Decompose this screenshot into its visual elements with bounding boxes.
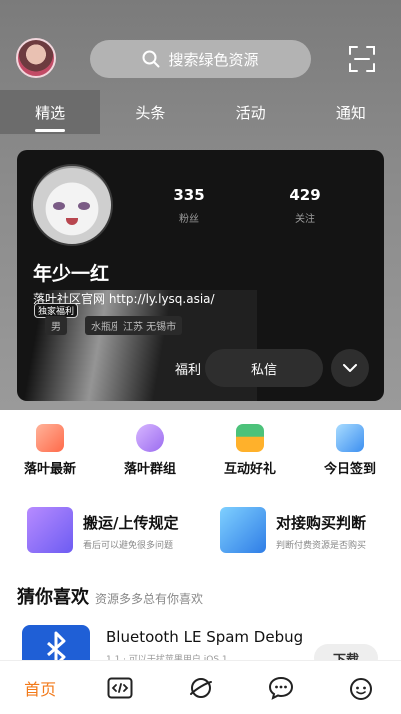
quick-gifts[interactable]: 互动好礼 bbox=[200, 424, 300, 477]
nav-profile[interactable] bbox=[321, 661, 401, 714]
top-tabs: 精选 头条 活动 通知 bbox=[0, 90, 401, 134]
chat-icon bbox=[268, 676, 293, 700]
chevron-down-icon bbox=[343, 363, 357, 372]
nav-home[interactable]: 首页 bbox=[0, 661, 80, 714]
face-icon bbox=[349, 677, 372, 700]
nav-messages[interactable] bbox=[241, 661, 321, 714]
location-chip: 江苏 无锡市 bbox=[117, 316, 183, 335]
avatar-eye bbox=[78, 202, 90, 210]
search-placeholder: 搜索绿色资源 bbox=[168, 50, 259, 69]
calendar-icon bbox=[336, 424, 364, 452]
search-bar[interactable]: 搜索绿色资源 bbox=[90, 40, 311, 78]
gender-chip: 男 bbox=[45, 316, 67, 335]
quick-groups-label: 落叶群组 bbox=[123, 462, 176, 477]
envelope-icon bbox=[236, 424, 264, 452]
chat-bubble-icon bbox=[136, 424, 164, 452]
quick-checkin[interactable]: 今日签到 bbox=[300, 424, 400, 477]
quick-gifts-label: 互动好礼 bbox=[223, 462, 276, 477]
expand-button[interactable] bbox=[331, 349, 369, 387]
user-avatar[interactable] bbox=[16, 38, 56, 78]
following-stat[interactable]: 429 关注 bbox=[285, 186, 325, 225]
app-title[interactable]: Bluetooth LE Spam Debug bbox=[106, 628, 303, 646]
tab-headlines[interactable]: 头条 bbox=[100, 90, 200, 134]
quick-groups[interactable]: 落叶群组 bbox=[100, 424, 200, 477]
following-label: 关注 bbox=[295, 214, 315, 225]
followers-stat[interactable]: 335 粉丝 bbox=[169, 186, 209, 225]
recommend-section-header: 猜你喜欢 资源多多总有你喜欢 bbox=[17, 583, 203, 609]
latest-icon bbox=[36, 424, 64, 452]
nav-discover[interactable] bbox=[160, 661, 240, 714]
quick-latest-label: 落叶最新 bbox=[23, 462, 76, 477]
avatar-eye bbox=[53, 202, 65, 210]
promo-upload-subtitle: 看后可以避免很多问题 bbox=[83, 541, 174, 551]
scan-icon[interactable] bbox=[348, 45, 376, 73]
promo-purchase-title: 对接购买判断 bbox=[276, 514, 367, 532]
followers-label: 粉丝 bbox=[179, 214, 199, 225]
profile-card: 335 粉丝 429 关注 年少一红 落叶社区官网 http://ly.lysq… bbox=[17, 150, 384, 401]
tab-featured[interactable]: 精选 bbox=[0, 90, 101, 134]
promo-purchase-subtitle: 判断付费资源是否购买 bbox=[276, 541, 367, 551]
bottom-nav: 首页 bbox=[0, 660, 401, 714]
avatar-mouth bbox=[66, 218, 78, 225]
promo-upload-rules[interactable]: 搬运/上传规定 看后可以避免很多问题 bbox=[27, 507, 207, 555]
promo-upload-image bbox=[27, 507, 73, 553]
profile-avatar[interactable] bbox=[31, 164, 113, 246]
nav-code[interactable] bbox=[80, 661, 160, 714]
profile-name: 年少一红 bbox=[33, 263, 110, 285]
section-subtitle: 资源多多总有你喜欢 bbox=[95, 592, 204, 606]
promo-purchase-image bbox=[220, 507, 266, 553]
quick-latest[interactable]: 落叶最新 bbox=[0, 424, 100, 477]
quick-actions: 落叶最新 落叶群组 互动好礼 今日签到 bbox=[0, 424, 401, 477]
message-button[interactable]: 私信 bbox=[205, 349, 323, 387]
section-title: 猜你喜欢 bbox=[17, 587, 89, 608]
planet-icon bbox=[189, 677, 212, 698]
promo-purchase-check[interactable]: 对接购买判断 判断付费资源是否购买 bbox=[220, 507, 390, 555]
code-icon bbox=[107, 677, 133, 698]
following-count: 429 bbox=[289, 186, 321, 204]
promo-upload-title: 搬运/上传规定 bbox=[83, 514, 179, 532]
tab-notifications[interactable]: 通知 bbox=[301, 90, 401, 134]
quick-checkin-label: 今日签到 bbox=[323, 462, 376, 477]
followers-count: 335 bbox=[173, 186, 205, 204]
search-icon bbox=[142, 50, 160, 68]
tab-activities[interactable]: 活动 bbox=[201, 90, 301, 134]
